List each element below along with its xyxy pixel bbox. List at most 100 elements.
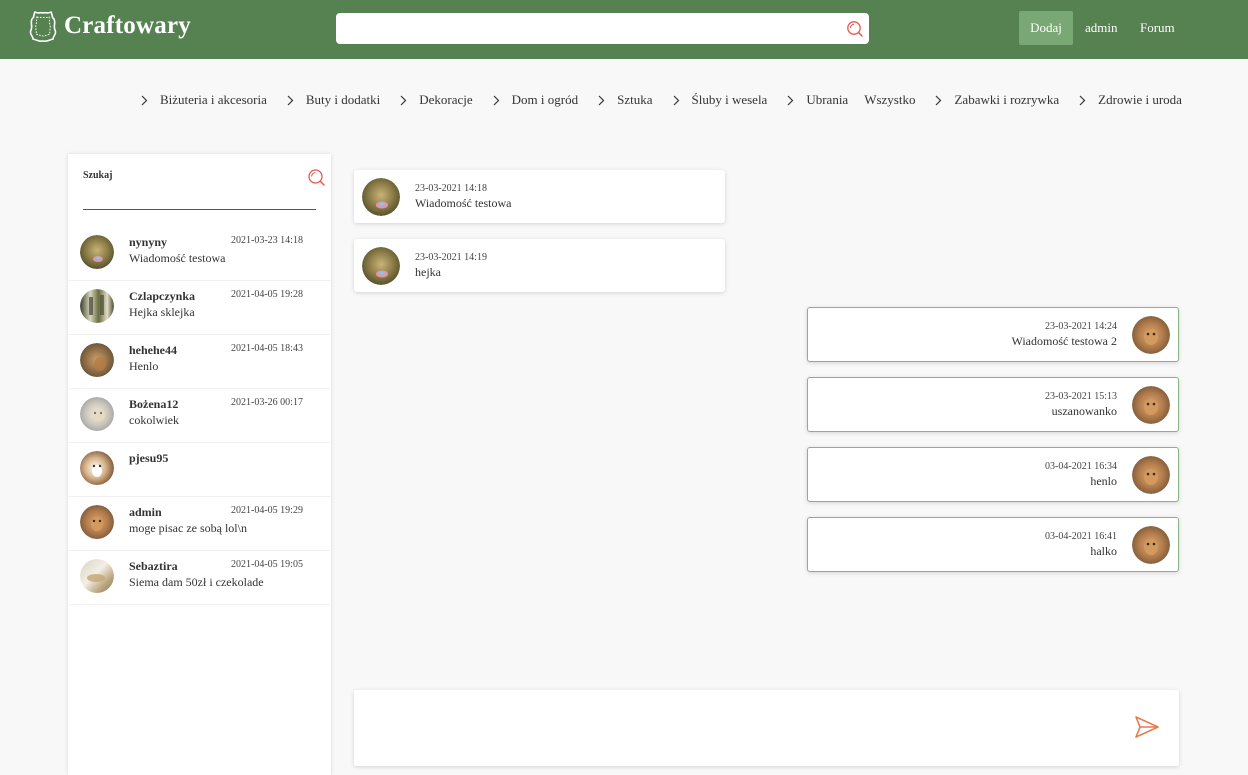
conversation-date: 2021-03-23 14:18 — [231, 235, 303, 246]
category-zabawki[interactable]: Zabawki i rozrywka — [934, 92, 1059, 108]
last-message: Siema dam 50zł i czekolade — [129, 575, 264, 589]
message-input[interactable] — [364, 700, 1124, 756]
chevron-right-icon — [787, 95, 794, 105]
category-label: Sztuka — [617, 92, 653, 107]
conversation-item[interactable]: admin 2021-04-05 19:29 moge pisac ze sob… — [68, 497, 331, 551]
message-date: 23-03-2021 14:19 — [415, 252, 487, 263]
avatar — [80, 397, 114, 431]
category-buty[interactable]: Buty i dodatki — [286, 92, 380, 108]
message-date: 23-03-2021 14:24 — [1045, 321, 1117, 332]
chevron-right-icon — [936, 95, 942, 105]
last-message: moge pisac ze sobą lol\n — [129, 521, 247, 535]
nav-forum-link[interactable]: Forum — [1140, 20, 1175, 36]
message-text: Wiadomość testowa 2 — [1011, 334, 1118, 348]
global-search — [336, 13, 869, 44]
brand-name: Craftowary — [64, 12, 191, 39]
avatar — [1132, 456, 1170, 494]
message-date: 03-04-2021 16:41 — [1045, 531, 1117, 542]
outgoing-message: 03-04-2021 16:34 henlo — [807, 447, 1179, 502]
sidebar-search-input[interactable] — [83, 184, 316, 210]
conversation-date: 2021-04-05 18:43 — [231, 343, 303, 354]
message-date: 23-03-2021 15:13 — [1045, 391, 1117, 402]
last-message: Henlo — [129, 359, 159, 373]
avatar — [80, 343, 114, 377]
search-icon[interactable] — [846, 20, 863, 37]
category-label: Wszystko — [864, 92, 916, 107]
category-nav: Biżuteria i akcesoria Buty i dodatki Dek… — [140, 92, 1201, 108]
avatar — [1132, 386, 1170, 424]
chevron-right-icon — [673, 95, 679, 105]
category-label: Buty i dodatki — [305, 92, 381, 107]
conversation-item[interactable]: nynyny 2021-03-23 14:18 Wiadomość testow… — [68, 227, 331, 281]
contact-name: pjesu95 — [129, 451, 169, 465]
chevron-right-icon — [493, 95, 500, 105]
category-zdrowie[interactable]: Zdrowie i uroda — [1078, 92, 1182, 108]
conversation-item[interactable]: Sebaztira 2021-04-05 19:05 Siema dam 50z… — [68, 551, 331, 605]
message-date: 03-04-2021 16:34 — [1045, 461, 1117, 472]
conversation-date: 2021-04-05 19:05 — [231, 559, 303, 570]
conversation-item[interactable]: hehehe44 2021-04-05 18:43 Henlo — [68, 335, 331, 389]
contact-name: admin — [129, 505, 162, 519]
conversation-date: 2021-03-26 00:17 — [231, 397, 303, 408]
category-label: Zabawki i rozrywka — [954, 92, 1060, 107]
top-bar: Craftowary Dodaj admin Forum — [0, 0, 1248, 59]
category-sluby[interactable]: Śluby i wesela — [672, 92, 768, 108]
contact-name: hehehe44 — [129, 343, 177, 357]
category-wszystko[interactable]: Wszystko — [864, 92, 915, 108]
conversation-date: 2021-04-05 19:29 — [231, 505, 303, 516]
category-label: Dekoracje — [419, 92, 473, 107]
message-composer — [354, 690, 1179, 766]
avatar — [362, 178, 400, 216]
avatar — [1132, 316, 1170, 354]
category-label: Biżuteria i akcesoria — [160, 92, 267, 107]
conversation-item[interactable]: pjesu95 — [68, 443, 331, 497]
message-text: henlo — [1090, 474, 1117, 488]
message-text: Wiadomość testowa — [415, 196, 512, 210]
category-dom-i-ogrod[interactable]: Dom i ogród — [492, 92, 578, 108]
category-ubrania[interactable]: Ubrania — [786, 92, 848, 108]
message-text: halko — [1090, 544, 1117, 558]
message-text: uszanowanko — [1051, 404, 1117, 418]
avatar — [80, 451, 114, 485]
outgoing-message: 23-03-2021 15:13 uszanowanko — [807, 377, 1179, 432]
nav-admin-link[interactable]: admin — [1085, 20, 1118, 36]
chevron-right-icon — [400, 95, 407, 105]
chevron-right-icon — [141, 95, 148, 105]
category-dekoracje[interactable]: Dekoracje — [399, 92, 473, 108]
avatar — [1132, 526, 1170, 564]
avatar — [80, 235, 114, 269]
category-sztuka[interactable]: Sztuka — [597, 92, 653, 108]
incoming-message: 23-03-2021 14:18 Wiadomość testowa — [354, 170, 725, 223]
outgoing-message: 23-03-2021 14:24 Wiadomość testowa 2 — [807, 307, 1179, 362]
chevron-right-icon — [1079, 95, 1086, 105]
chevron-right-icon — [287, 95, 294, 105]
category-bizuteria[interactable]: Biżuteria i akcesoria — [140, 92, 267, 108]
category-label: Ubrania — [806, 92, 849, 107]
avatar — [80, 559, 114, 593]
avatar — [80, 289, 114, 323]
contact-name: Bożena12 — [129, 397, 179, 411]
conversation-list: nynyny 2021-03-23 14:18 Wiadomość testow… — [68, 227, 331, 605]
contact-name: nynyny — [129, 235, 168, 249]
category-label: Zdrowie i uroda — [1098, 92, 1182, 107]
category-label: Śluby i wesela — [691, 92, 768, 107]
conversation-item[interactable]: Bożena12 2021-03-26 00:17 cokolwiek — [68, 389, 331, 443]
avatar — [80, 505, 114, 539]
message-text: hejka — [415, 265, 441, 279]
outgoing-message: 03-04-2021 16:41 halko — [807, 517, 1179, 572]
leather-hide-icon — [29, 10, 57, 43]
add-button[interactable]: Dodaj — [1019, 11, 1073, 45]
brand-logo[interactable]: Craftowary — [27, 9, 191, 43]
avatar — [362, 247, 400, 285]
last-message: Hejka sklejka — [129, 305, 195, 319]
conversation-date: 2021-04-05 19:28 — [231, 289, 303, 300]
contact-name: Sebaztira — [129, 559, 178, 573]
conversation-sidebar: Szukaj nynyny 2021-03-23 14:18 Wiadomość… — [68, 154, 331, 775]
sidebar-search-label: Szukaj — [83, 170, 113, 181]
incoming-message: 23-03-2021 14:19 hejka — [354, 239, 725, 292]
global-search-input[interactable] — [336, 13, 869, 44]
message-date: 23-03-2021 14:18 — [415, 183, 487, 194]
category-label: Dom i ogród — [511, 92, 579, 107]
send-icon[interactable] — [1134, 714, 1160, 740]
conversation-item[interactable]: Czlapczynka 2021-04-05 19:28 Hejka sklej… — [68, 281, 331, 335]
